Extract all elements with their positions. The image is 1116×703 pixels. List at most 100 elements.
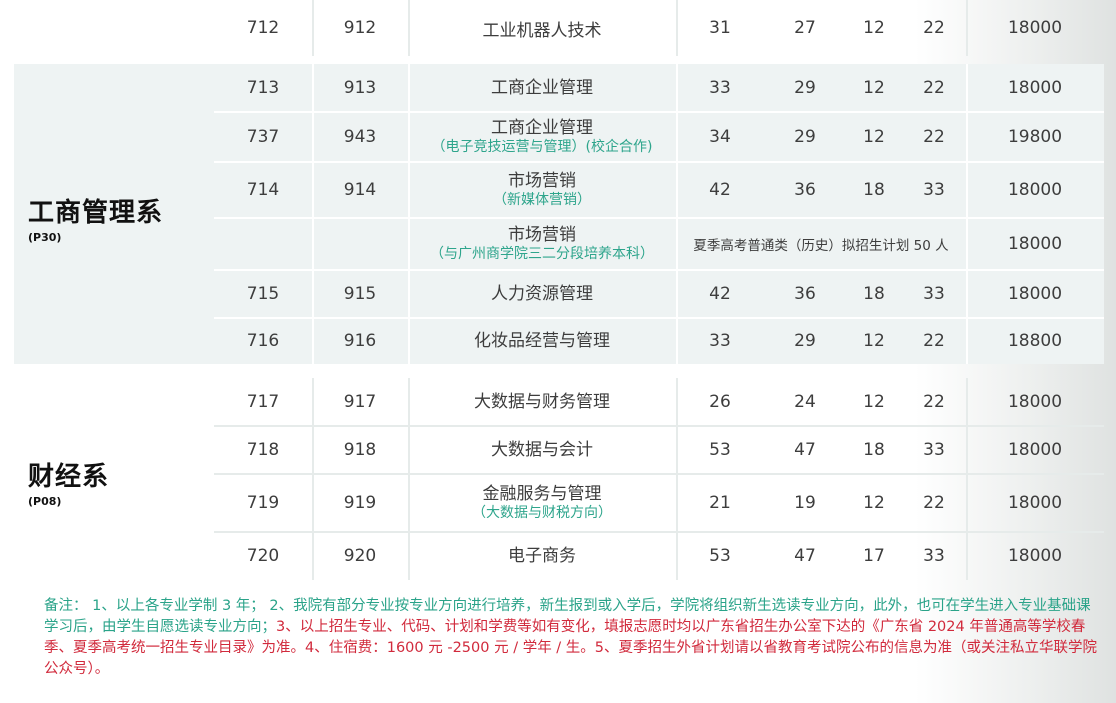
plan-value: 33 <box>709 331 731 351</box>
plan-value: 27 <box>794 18 816 38</box>
tuition-fee: 18000 <box>1007 78 1063 98</box>
major-code: 916 <box>343 331 377 351</box>
plan-value: 22 <box>923 18 945 38</box>
plan-value: 12 <box>863 392 885 412</box>
major-name: 人力资源管理 <box>491 283 593 304</box>
major-cell: 工商企业管理 <box>408 64 676 112</box>
table-row: 717 917 大数据与财务管理 26 24 12 22 18000 <box>214 378 1104 426</box>
major-code: 943 <box>343 127 377 147</box>
major-cell: 市场营销 （新媒体营销） <box>408 162 676 218</box>
plan-value: 22 <box>923 392 945 412</box>
plan-value: 29 <box>794 127 816 147</box>
dept-name: 财经系 <box>28 462 110 492</box>
major-name: 化妆品经营与管理 <box>474 330 610 351</box>
major-name: 市场营销 <box>508 224 576 245</box>
major-cell: 人力资源管理 <box>408 270 676 318</box>
tuition-fee: 18000 <box>1007 440 1063 460</box>
notes-footer: 备注： 1、以上各专业学制 3 年； 2、我院有部分专业按专业方向进行培养，新生… <box>44 596 1104 680</box>
plan-value: 47 <box>794 440 816 460</box>
table-row: 720 920 电子商务 53 47 17 33 18000 <box>214 531 1104 580</box>
major-cell: 电子商务 <box>408 532 676 580</box>
plan-value: 12 <box>863 331 885 351</box>
major-cell: 大数据与财务管理 <box>408 378 676 426</box>
table-row: 713 913 工商企业管理 33 29 12 22 18000 <box>214 64 1104 112</box>
plan-value: 29 <box>794 331 816 351</box>
plan-value: 36 <box>794 180 816 200</box>
plan-value: 53 <box>709 440 731 460</box>
plan-value: 33 <box>923 440 945 460</box>
major-code: 912 <box>343 18 377 38</box>
plan-value: 33 <box>923 284 945 304</box>
plan-note: 夏季高考普通类（历史）拟招生计划 50 人 <box>693 238 949 254</box>
plan-value: 33 <box>923 180 945 200</box>
major-cell: 大数据与会计 <box>408 426 676 474</box>
major-code: 918 <box>343 440 377 460</box>
major-code: 919 <box>343 493 377 513</box>
major-name: 工商企业管理 <box>491 117 593 138</box>
enroll-code: 718 <box>246 440 280 460</box>
plan-value: 36 <box>794 284 816 304</box>
plan-value: 29 <box>794 78 816 98</box>
tuition-fee: 18000 <box>1007 234 1063 254</box>
dept-label-finance: 财经系 (P08) <box>0 456 214 508</box>
table-row: 719 919 金融服务与管理 （大数据与财税方向） 21 19 12 22 18000 <box>214 473 1104 532</box>
plan-value: 12 <box>863 493 885 513</box>
table-row: 712 912 工业机器人技术 31 27 12 22 18000 <box>214 0 1104 56</box>
enroll-code: 714 <box>246 180 280 200</box>
major-direction: （大数据与财税方向） <box>472 505 612 522</box>
major-direction: （与广州商学院三二分段培养本科） <box>430 246 654 263</box>
enroll-code: 737 <box>246 127 280 147</box>
major-cell: 市场营销 （与广州商学院三二分段培养本科） <box>408 218 676 270</box>
major-code <box>312 218 408 270</box>
enroll-code <box>214 218 312 270</box>
plan-value: 21 <box>709 493 731 513</box>
major-cell: 化妆品经营与管理 <box>408 318 676 364</box>
major-name: 金融服务与管理 <box>482 483 602 504</box>
major-direction: （电子竞技运营与管理）(校企合作) <box>431 139 653 156</box>
tuition-fee: 18000 <box>1007 284 1063 304</box>
table-row: 737 943 工商企业管理 （电子竞技运营与管理）(校企合作) 34 29 12 22 198… <box>214 111 1104 162</box>
plan-value: 26 <box>709 392 731 412</box>
plan-value: 22 <box>923 493 945 513</box>
tuition-fee: 18800 <box>1007 331 1063 351</box>
major-code: 913 <box>343 78 377 98</box>
enroll-code: 720 <box>246 546 280 566</box>
major-name: 大数据与会计 <box>491 439 593 460</box>
tuition-fee: 19800 <box>1007 127 1063 147</box>
plan-value: 18 <box>863 180 885 200</box>
plan-value: 42 <box>709 180 731 200</box>
enroll-code: 715 <box>246 284 280 304</box>
major-code: 914 <box>343 180 377 200</box>
major-name: 大数据与财务管理 <box>474 391 610 412</box>
tuition-fee: 18000 <box>1007 392 1063 412</box>
major-direction: （新媒体营销） <box>493 192 591 209</box>
table-row: 715 915 人力资源管理 42 36 18 33 18000 <box>214 269 1104 318</box>
plan-value: 12 <box>863 18 885 38</box>
plan-value: 24 <box>794 392 816 412</box>
major-cell: 金融服务与管理 （大数据与财税方向） <box>408 474 676 532</box>
plan-value: 18 <box>863 440 885 460</box>
major-name: 工商企业管理 <box>491 77 593 98</box>
plan-value: 17 <box>863 546 885 566</box>
major-name: 市场营销 <box>508 170 576 191</box>
enroll-code: 717 <box>246 392 280 412</box>
tuition-fee: 18000 <box>1007 18 1063 38</box>
tuition-fee: 18000 <box>1007 493 1063 513</box>
plan-value: 22 <box>923 78 945 98</box>
plan-value: 33 <box>923 546 945 566</box>
plan-value: 42 <box>709 284 731 304</box>
plan-value: 34 <box>709 127 731 147</box>
major-name: 电子商务 <box>508 545 576 566</box>
enroll-code: 713 <box>246 78 280 98</box>
enroll-code: 712 <box>246 18 280 38</box>
plan-value: 31 <box>709 18 731 38</box>
plan-value: 47 <box>794 546 816 566</box>
major-code: 917 <box>343 392 377 412</box>
plan-value: 22 <box>923 331 945 351</box>
dept-code: (P30) <box>28 231 62 244</box>
plan-value: 22 <box>923 127 945 147</box>
major-code: 920 <box>343 546 377 566</box>
plan-value: 33 <box>709 78 731 98</box>
table-row: 714 914 市场营销 （新媒体营销） 42 36 18 33 18000 <box>214 161 1104 218</box>
table-row: 718 918 大数据与会计 53 47 18 33 18000 <box>214 425 1104 474</box>
